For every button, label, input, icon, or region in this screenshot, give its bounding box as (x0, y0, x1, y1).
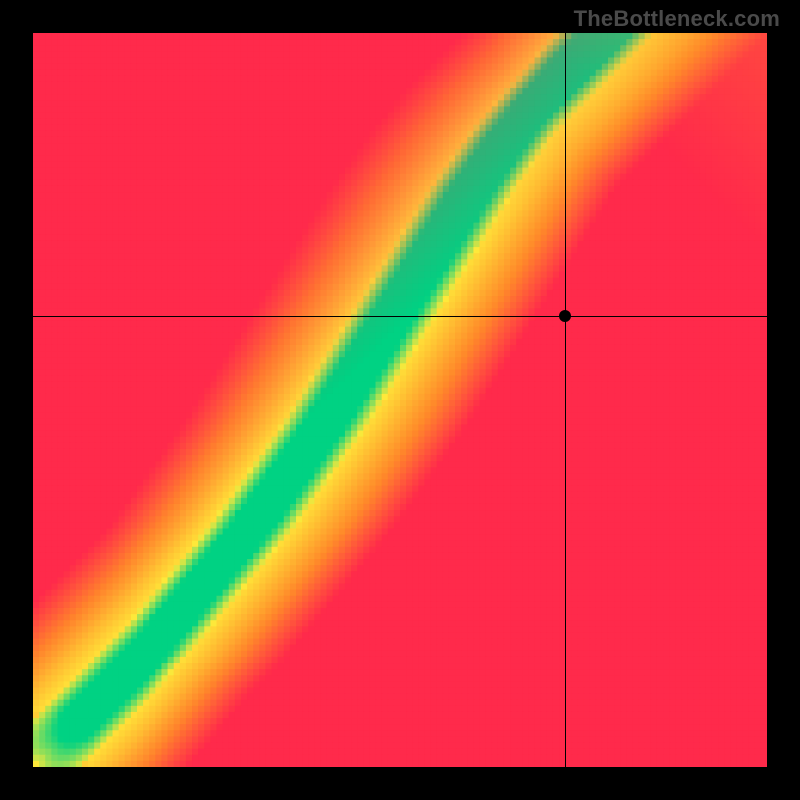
watermark-text: TheBottleneck.com (574, 6, 780, 32)
bottleneck-heatmap (33, 33, 767, 767)
stage: TheBottleneck.com (0, 0, 800, 800)
